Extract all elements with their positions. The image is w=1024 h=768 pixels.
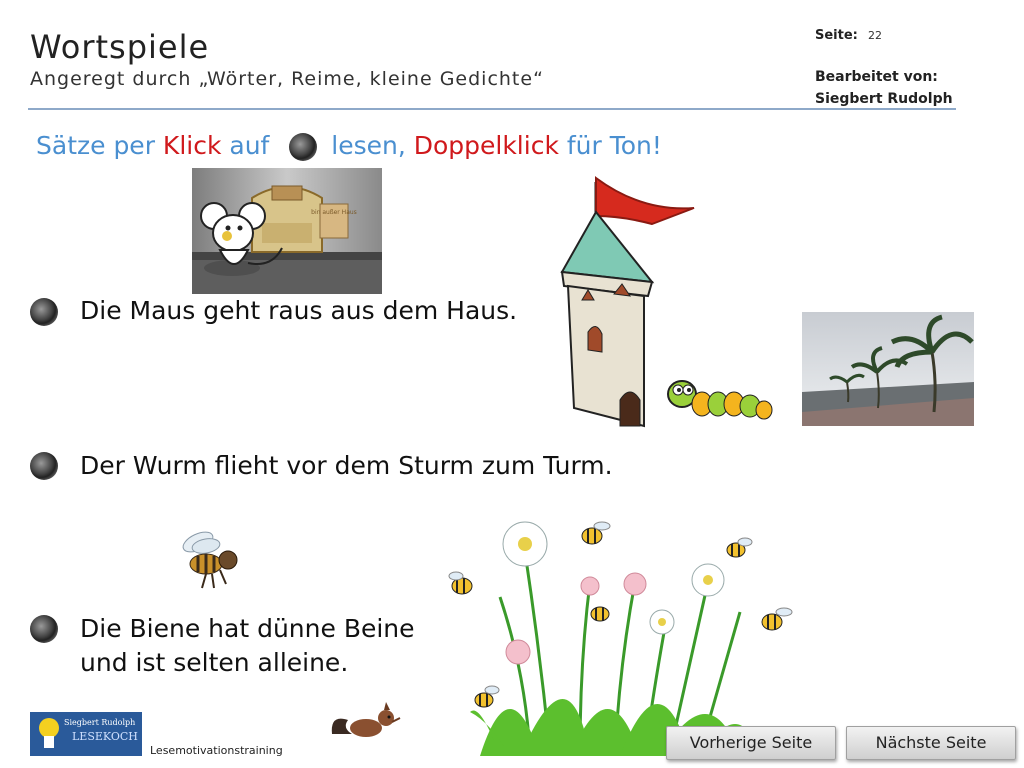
editor-info: Bearbeitet von: Siegbert Rudolph [815,66,1015,110]
editor-name: Siegbert Rudolph [815,91,953,107]
speaker-button-2[interactable] [30,452,58,480]
previous-page-button[interactable]: Vorherige Seite [666,726,836,760]
page-label: Seite: [815,28,858,43]
sentence-3-line1: Die Biene hat dünne Beine [80,614,415,643]
page-number: 22 [868,29,882,42]
header-divider [28,108,956,110]
instruction-part1: Sätze per [36,131,163,160]
sentence-3-line2: und ist selten alleine. [80,648,349,677]
lesekoch-logo: Siegbert Rudolph LESEKOCH [30,712,142,756]
mouse-house-image: bin außer Haus [192,168,382,294]
editor-label: Bearbeitet von: [815,69,938,85]
house-sign-text: bin außer Haus [311,209,357,216]
tower-worm-image [552,172,782,436]
sentence-3[interactable]: Die Biene hat dünne Beine und ist selten… [80,612,415,680]
instruction-part3: lesen, [323,131,414,160]
logo-line1: Siegbert Rudolph [64,718,136,727]
instruction-text: Sätze per Klick auf lesen, Doppelklick f… [36,131,662,161]
speaker-icon [289,133,318,161]
page-subtitle: Angeregt durch „Wörter, Reime, kleine Ge… [30,68,544,90]
next-page-button[interactable]: Nächste Seite [846,726,1016,760]
instruction-doppelklick: Doppelklick [413,131,559,160]
program-name: Lesemotivationstraining [150,744,283,757]
squirrel-image [328,694,404,744]
bee-image [176,526,246,594]
instruction-part4: für Ton! [558,131,662,160]
page-title: Wortspiele [30,28,210,66]
speaker-button-3[interactable] [30,615,58,643]
instruction-klick: Klick [162,131,222,160]
sentence-2[interactable]: Der Wurm flieht vor dem Sturm zum Turm. [80,449,613,483]
storm-image [802,312,974,426]
sentence-1[interactable]: Die Maus geht raus aus dem Haus. [80,294,517,328]
instruction-part2: auf [221,131,278,160]
worm [667,380,773,420]
speaker-button-1[interactable] [30,298,58,326]
logo-line2: LESEKOCH [72,730,138,743]
flowers-bees-image [440,512,800,756]
